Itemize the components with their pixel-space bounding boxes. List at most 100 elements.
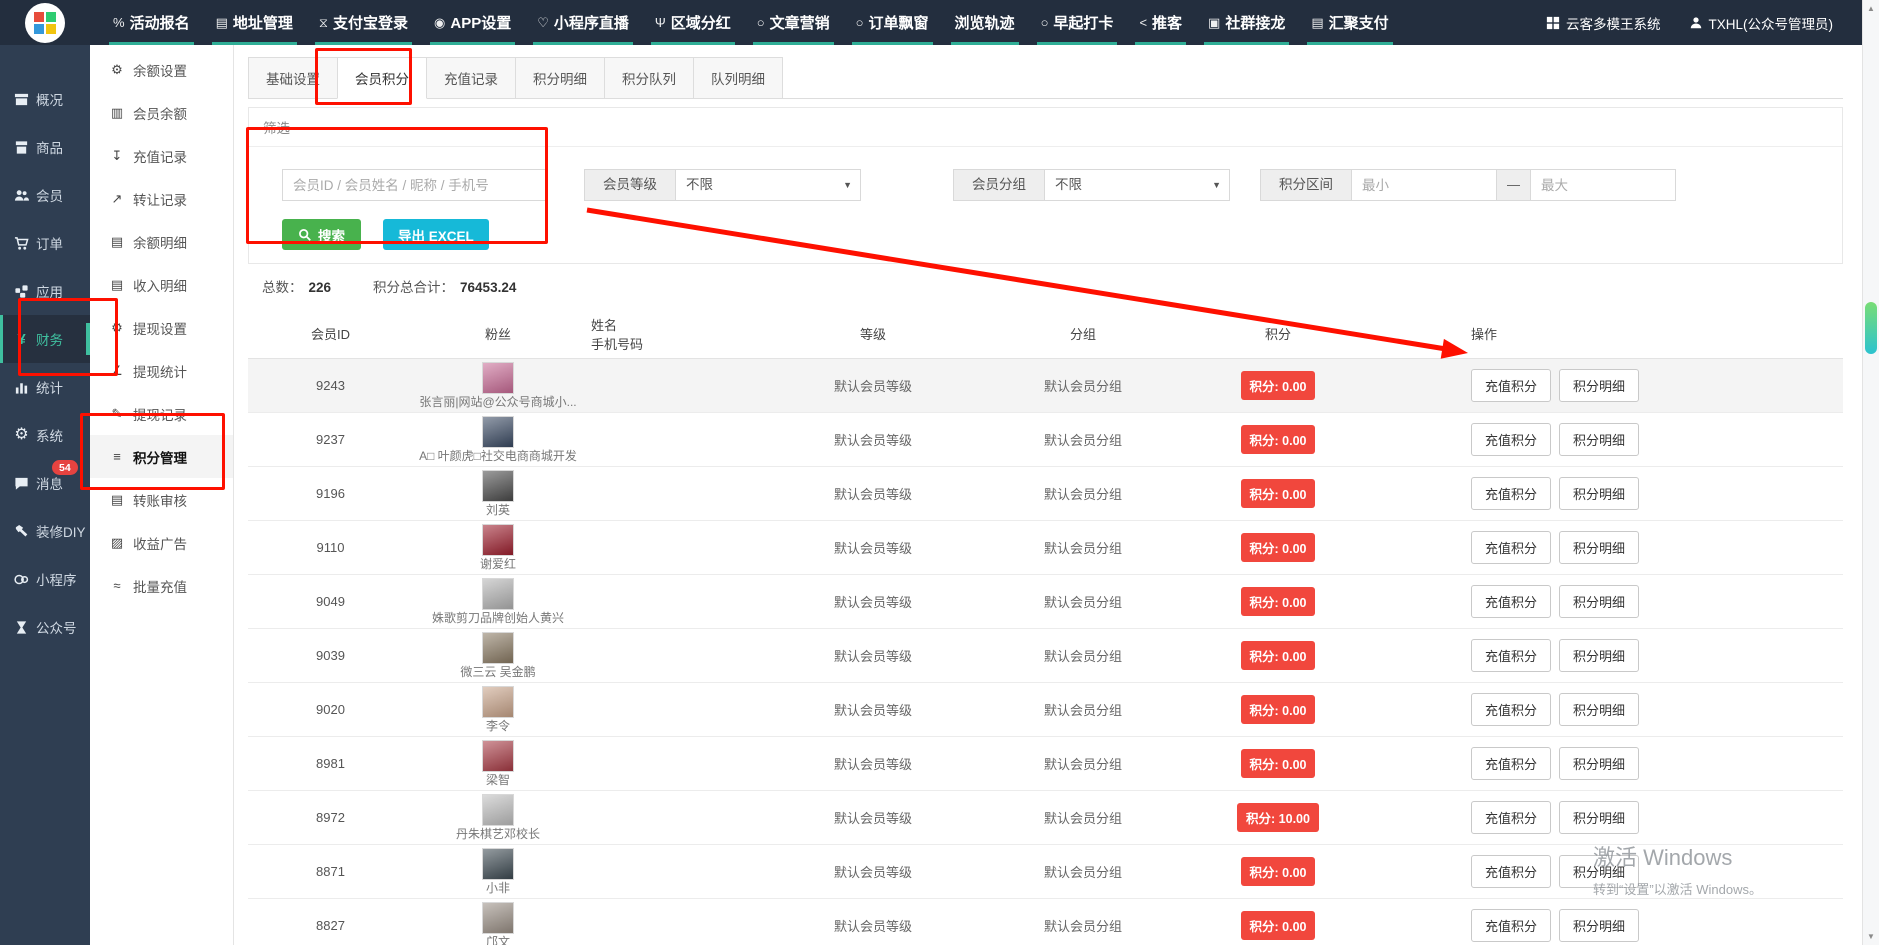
- points-detail-button[interactable]: 积分明细: [1559, 531, 1639, 564]
- avatar: [482, 524, 514, 556]
- topnav-early-checkin[interactable]: ○早起打卡: [1028, 0, 1127, 45]
- search-button[interactable]: 搜索: [282, 219, 361, 250]
- recharge-points-button[interactable]: 充值积分: [1471, 801, 1551, 834]
- page-scrollbar[interactable]: ▲ ▼: [1862, 0, 1879, 945]
- level-cell: 默认会员等级: [753, 844, 993, 898]
- points-detail-button[interactable]: 积分明细: [1559, 909, 1639, 942]
- points-detail-button[interactable]: 积分明细: [1559, 477, 1639, 510]
- card-icon: ▤: [1311, 15, 1323, 31]
- points-detail-button[interactable]: 积分明细: [1559, 639, 1639, 672]
- topnav-label: 支付宝登录: [333, 12, 408, 33]
- chevron-down-icon: ▼: [1212, 170, 1221, 200]
- scrollbar-thumb[interactable]: [1865, 302, 1877, 354]
- export-excel-button[interactable]: 导出 EXCEL: [383, 219, 489, 250]
- sidebar-item-messages[interactable]: 消息54: [0, 459, 90, 507]
- topnav-miniprogram-live[interactable]: ♡小程序直播: [524, 0, 642, 45]
- points-badge: 积分: 0.00: [1241, 749, 1316, 778]
- topnav-alipay-login[interactable]: ⧖支付宝登录: [306, 0, 421, 45]
- recharge-points-button[interactable]: 充值积分: [1471, 693, 1551, 726]
- fan-cell: 小非: [413, 844, 583, 898]
- sidebar-item-official-account[interactable]: 公众号: [0, 603, 90, 651]
- submenu-item-transfer-audit[interactable]: ▤转账审核: [90, 478, 233, 521]
- submenu-item-withdraw-records[interactable]: ✎提现记录: [90, 392, 233, 435]
- sidebar-item-orders[interactable]: 订单: [0, 219, 90, 267]
- sidebar-item-system[interactable]: ⚙系统: [0, 411, 90, 459]
- sidebar-item-miniprogram[interactable]: 小程序: [0, 555, 90, 603]
- apple-icon: ◉: [434, 15, 445, 31]
- sidebar-item-overview[interactable]: 概况: [0, 75, 90, 123]
- points-detail-button[interactable]: 积分明细: [1559, 855, 1639, 888]
- actions-cell: 充值积分积分明细: [1383, 790, 1843, 844]
- submenu-item-member-balance[interactable]: ▥会员余额: [90, 91, 233, 134]
- filter-panel-body: 会员等级 不限 ▼ 会员分组 不限 ▼: [249, 147, 1842, 263]
- recharge-points-button[interactable]: 充值积分: [1471, 531, 1551, 564]
- level-cell: 默认会员等级: [753, 682, 993, 736]
- col-header-label: 积分: [1173, 324, 1383, 343]
- member-search-input[interactable]: [282, 169, 546, 201]
- points-detail-button[interactable]: 积分明细: [1559, 585, 1639, 618]
- recharge-points-button[interactable]: 充值积分: [1471, 909, 1551, 942]
- topnav-browse-track[interactable]: 浏览轨迹: [942, 0, 1028, 45]
- tab-queue-detail[interactable]: 队列明细: [693, 57, 783, 99]
- submenu-item-revenue-ads[interactable]: ▨收益广告: [90, 521, 233, 564]
- points-badge: 积分: 0.00: [1241, 533, 1316, 562]
- tab-points-queue[interactable]: 积分队列: [604, 57, 694, 99]
- submenu-item-label: 会员余额: [133, 103, 187, 123]
- recharge-points-button[interactable]: 充值积分: [1471, 747, 1551, 780]
- submenu-item-withdraw-stats[interactable]: ∠提现统计: [90, 349, 233, 392]
- member-level-select[interactable]: 不限 ▼: [675, 169, 861, 201]
- submenu-item-recharge-records[interactable]: ↧充值记录: [90, 134, 233, 177]
- scrollbar-up-icon[interactable]: ▲: [1863, 0, 1879, 17]
- tab-basic-settings[interactable]: 基础设置: [248, 57, 338, 99]
- recharge-points-button[interactable]: 充值积分: [1471, 477, 1551, 510]
- points-detail-button[interactable]: 积分明细: [1559, 801, 1639, 834]
- group-cell: 默认会员分组: [993, 682, 1173, 736]
- points-badge: 积分: 10.00: [1237, 803, 1319, 832]
- member-level-label: 会员等级: [584, 169, 675, 201]
- recharge-points-button[interactable]: 充值积分: [1471, 855, 1551, 888]
- sidebar-item-apps[interactable]: 应用: [0, 267, 90, 315]
- topnav-app-settings[interactable]: ◉APP设置: [421, 0, 524, 45]
- recharge-points-button[interactable]: 充值积分: [1471, 639, 1551, 672]
- submenu-item-transfer-records[interactable]: ↗转让记录: [90, 177, 233, 220]
- submenu-item-income-detail[interactable]: ▤收入明细: [90, 263, 233, 306]
- points-max-input[interactable]: [1530, 169, 1676, 201]
- tab-points-detail[interactable]: 积分明细: [515, 57, 605, 99]
- points-detail-button[interactable]: 积分明细: [1559, 747, 1639, 780]
- points-detail-button[interactable]: 积分明细: [1559, 369, 1639, 402]
- tab-recharge-records[interactable]: 充值记录: [426, 57, 516, 99]
- topnav-tuike[interactable]: <推客: [1126, 0, 1195, 45]
- topbar-account[interactable]: TXHL(公众号管理员): [1689, 13, 1834, 33]
- sidebar-item-diy[interactable]: 装修DIY: [0, 507, 90, 555]
- member-id-cell: 9237: [248, 412, 413, 466]
- points-detail-button[interactable]: 积分明细: [1559, 423, 1639, 456]
- topbar-system-name[interactable]: 云客多模王系统: [1546, 13, 1661, 33]
- member-id-cell: 8972: [248, 790, 413, 844]
- sidebar-item-finance[interactable]: ¥财务: [0, 315, 90, 363]
- tab-member-points[interactable]: 会员积分: [337, 57, 427, 99]
- points-min-input[interactable]: [1351, 169, 1497, 201]
- sidebar-item-goods[interactable]: 商品: [0, 123, 90, 171]
- submenu-item-balance-settings[interactable]: ⚙余额设置: [90, 48, 233, 91]
- submenu-item-batch-recharge[interactable]: ≈批量充值: [90, 564, 233, 607]
- topnav-address-management[interactable]: ▤地址管理: [203, 0, 306, 45]
- topnav-order-popup[interactable]: ○订单飘窗: [843, 0, 942, 45]
- recharge-points-button[interactable]: 充值积分: [1471, 423, 1551, 456]
- sidebar-item-stats[interactable]: 统计: [0, 363, 90, 411]
- topnav-activity-signup[interactable]: %活动报名: [100, 0, 203, 45]
- recharge-points-button[interactable]: 充值积分: [1471, 585, 1551, 618]
- submenu-item-withdraw-settings[interactable]: ⚙提现设置: [90, 306, 233, 349]
- app-logo[interactable]: [25, 3, 65, 43]
- sidebar-item-members[interactable]: 会员: [0, 171, 90, 219]
- recharge-points-button[interactable]: 充值积分: [1471, 369, 1551, 402]
- topnav-region-dividend[interactable]: Ψ区域分红: [642, 0, 744, 45]
- submenu-item-balance-detail[interactable]: ▤余额明细: [90, 220, 233, 263]
- member-group-select[interactable]: 不限 ▼: [1044, 169, 1230, 201]
- points-detail-button[interactable]: 积分明细: [1559, 693, 1639, 726]
- topnav-huiju-pay[interactable]: ▤汇聚支付: [1298, 0, 1401, 45]
- topnav-community-chain[interactable]: ▣社群接龙: [1195, 0, 1298, 45]
- group-cell: 默认会员分组: [993, 520, 1173, 574]
- topnav-article-marketing[interactable]: ○文章营销: [744, 0, 843, 45]
- submenu-item-points-management[interactable]: ≡积分管理: [90, 435, 233, 478]
- scrollbar-down-icon[interactable]: ▼: [1863, 928, 1879, 945]
